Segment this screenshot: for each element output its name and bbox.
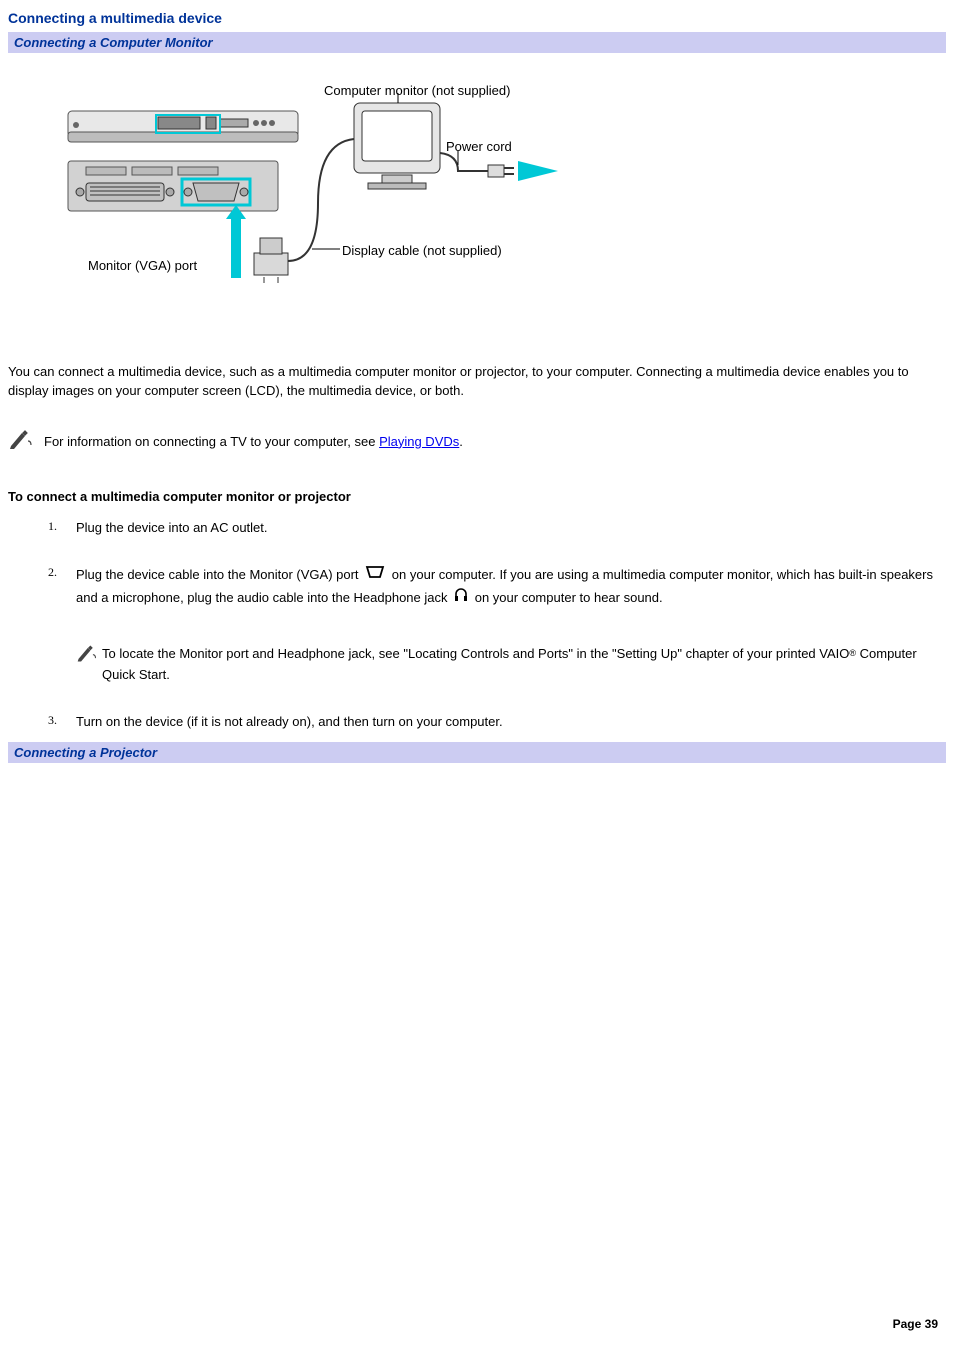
- step-number: 3.: [48, 712, 62, 728]
- diagram-label-monitor: Computer monitor (not supplied): [324, 83, 510, 98]
- step2-note-a: To locate the Monitor port and Headphone…: [102, 646, 849, 661]
- step2-text-a: Plug the device cable into the Monitor (…: [76, 567, 362, 582]
- note-text: For information on connecting a TV to yo…: [44, 434, 463, 449]
- step-number: 1.: [48, 518, 62, 534]
- section-bar-projector: Connecting a Projector: [8, 742, 946, 763]
- note-suffix: .: [459, 434, 463, 449]
- link-playing-dvds[interactable]: Playing DVDs: [379, 434, 459, 449]
- note-icon: [8, 429, 34, 449]
- step2-note: To locate the Monitor port and Headphone…: [76, 644, 946, 686]
- page-number: Page 39: [893, 1317, 938, 1331]
- intro-paragraph: You can connect a multimedia device, suc…: [8, 363, 946, 401]
- steps-list: 1. Plug the device into an AC outlet. 2.…: [48, 518, 946, 733]
- connection-diagram: Computer monitor (not supplied) Power co…: [58, 83, 946, 323]
- step-body: Plug the device cable into the Monitor (…: [76, 564, 946, 685]
- diagram-arrow-vga: [226, 205, 246, 278]
- step-2: 2. Plug the device cable into the Monito…: [48, 564, 946, 685]
- steps-heading: To connect a multimedia computer monitor…: [8, 489, 946, 504]
- note-icon: [76, 644, 98, 662]
- step-body: Plug the device into an AC outlet.: [76, 518, 946, 539]
- note-prefix: For information on connecting a TV to yo…: [44, 434, 379, 449]
- step-number: 2.: [48, 564, 62, 580]
- diagram-label-vgaport: Monitor (VGA) port: [88, 258, 197, 273]
- page-title: Connecting a multimedia device: [8, 10, 946, 26]
- step2-text-c: on your computer to hear sound.: [475, 590, 663, 605]
- headphone-jack-icon: [453, 587, 469, 610]
- diagram-label-displaycable: Display cable (not supplied): [342, 243, 502, 258]
- vga-port-icon: [364, 564, 386, 587]
- step-1: 1. Plug the device into an AC outlet.: [48, 518, 946, 539]
- step-body: Turn on the device (if it is not already…: [76, 712, 946, 733]
- step-3: 3. Turn on the device (if it is not alre…: [48, 712, 946, 733]
- step2-note-text: To locate the Monitor port and Headphone…: [102, 644, 946, 686]
- diagram-svg: [58, 83, 618, 323]
- diagram-label-powercord: Power cord: [446, 139, 512, 154]
- note-playing-dvds: For information on connecting a TV to yo…: [8, 429, 946, 449]
- section-bar-monitor: Connecting a Computer Monitor: [8, 32, 946, 53]
